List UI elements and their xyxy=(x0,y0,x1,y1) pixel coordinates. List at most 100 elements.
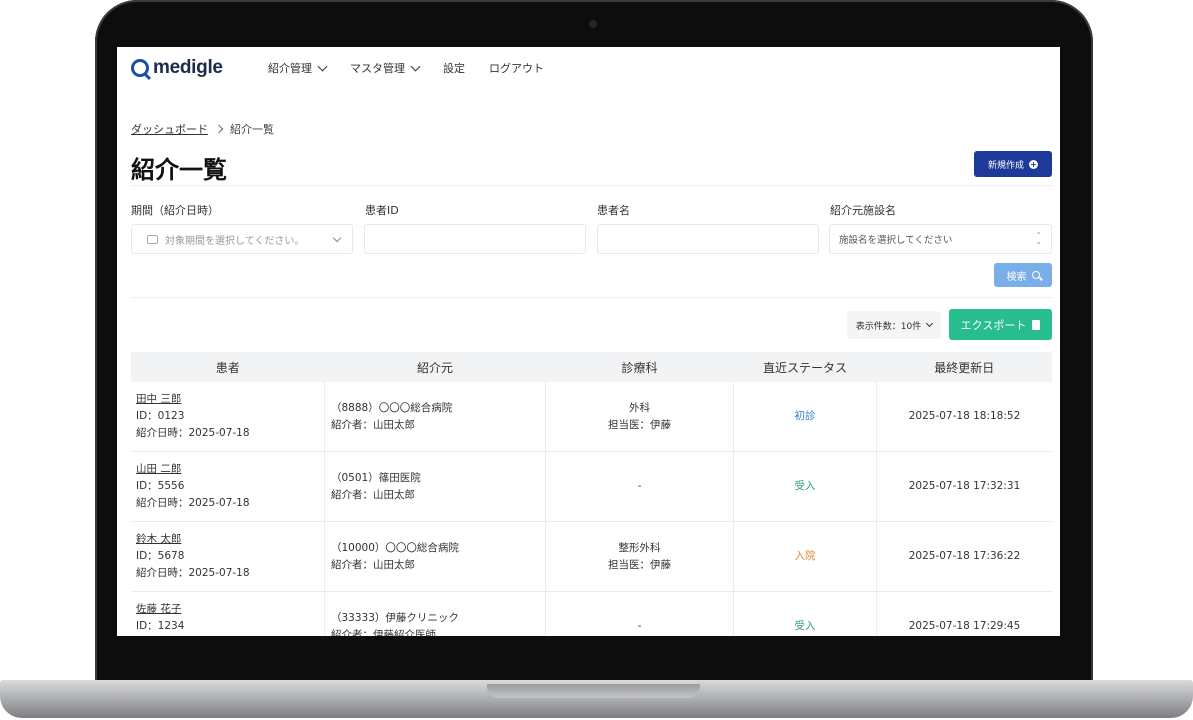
cell-source: （8888）〇〇〇総合病院 紹介者：山田太郎 xyxy=(324,382,546,452)
cell-patient: 佐藤 花子ID：1234紹介日時：2025-07-18 xyxy=(131,591,325,636)
source-referrer: 紹介者：山田太郎 xyxy=(331,418,415,431)
nav-settings[interactable]: 設定 xyxy=(443,60,465,76)
sort-updown-icon: ⌃ ⌄ xyxy=(1035,231,1042,246)
logo[interactable]: medigle xyxy=(131,57,223,79)
nav-logout[interactable]: ログアウト xyxy=(489,60,544,76)
referral-table: 患者 紹介元 診療科 直近ステータス 最終更新日 田中 三郎 ID：0123 紹介日… xyxy=(131,352,1052,636)
divider xyxy=(131,297,1052,298)
search-button-label: 検索 xyxy=(1006,271,1027,283)
breadcrumb-dashboard[interactable]: ダッシュボード xyxy=(131,121,208,137)
patient-id: ID：5678 xyxy=(136,550,185,562)
referral-date: 紹介日時：2025-07-18 xyxy=(136,497,250,509)
export-button[interactable]: エクスポート xyxy=(949,309,1052,340)
source-referrer: 紹介者：山田太郎 xyxy=(331,558,415,571)
top-header: medigle 紹介管理 マスタ管理 設定 ログアウト xyxy=(117,47,1060,89)
cell-status: 入院 xyxy=(733,521,877,592)
cell-updated: 2025-07-18 17:29:45 xyxy=(876,591,1052,636)
source-facility: （10000）〇〇〇総合病院 xyxy=(331,541,459,554)
period-picker[interactable]: 対象期間を選択してください。 xyxy=(131,224,353,254)
doctor: 担当医：伊藤 xyxy=(608,418,671,431)
logo-icon xyxy=(131,59,149,77)
table-row[interactable]: 田中 三郎 ID：0123 紹介日時：2025-07-18 （8888）〇〇〇総合病院… xyxy=(131,382,1052,452)
search-icon xyxy=(1031,271,1040,279)
department: - xyxy=(637,480,642,492)
patient-name-link[interactable]: 佐藤 花子 xyxy=(136,603,181,615)
main-nav: 紹介管理 マスタ管理 設定 ログアウト xyxy=(268,60,544,76)
search-button[interactable]: 検索 xyxy=(994,263,1052,287)
table-row[interactable]: 佐藤 花子ID：1234紹介日時：2025-07-18（33333）伊藤クリニッ… xyxy=(131,591,1052,636)
cell-status: 受入 xyxy=(733,591,877,636)
column-header[interactable]: 直近ステータス xyxy=(733,352,877,382)
referral-date: 紹介日時：2025-07-18 xyxy=(136,427,250,439)
cell-source: （10000）〇〇〇総合病院 紹介者：山田太郎 xyxy=(324,521,546,592)
chevron-down-icon xyxy=(332,233,342,243)
table-row[interactable]: 鈴木 太郎 ID：5678 紹介日時：2025-07-18 （10000）〇〇〇総合病… xyxy=(131,521,1052,592)
source-facility: （8888）〇〇〇総合病院 xyxy=(331,401,453,414)
updated-datetime: 2025-07-18 18:18:52 xyxy=(908,410,1021,422)
status-badge: 受入 xyxy=(794,620,816,632)
patient-name-input[interactable] xyxy=(597,224,819,254)
new-button-label: 新規作成 xyxy=(987,160,1024,171)
patient-name-label: 患者名 xyxy=(597,204,630,217)
facility-select[interactable]: 施設名を選択してください ⌃ ⌄ xyxy=(829,224,1052,254)
source-referrer: 紹介者：山田太郎 xyxy=(331,488,415,501)
chevron-down-icon xyxy=(317,61,328,71)
patient-name-link[interactable]: 山田 二郎 xyxy=(136,463,181,475)
facility-placeholder: 施設名を選択してください xyxy=(839,235,953,246)
breadcrumb: ダッシュボード 紹介一覧 xyxy=(131,121,274,137)
calendar-icon xyxy=(147,234,158,244)
status-badge: 受入 xyxy=(794,480,816,492)
table-row[interactable]: 山田 二郎 ID：5556 紹介日時：2025-07-18 （0501）篠田医院 紹介者… xyxy=(131,451,1052,522)
app-screen: medigle 紹介管理 マスタ管理 設定 ログアウト ダッシュボード 紹介一覧… xyxy=(117,47,1060,636)
nav-label: ログアウト xyxy=(489,62,544,75)
cell-updated: 2025-07-18 17:36:22 xyxy=(876,521,1052,592)
period-label: 期間（紹介日時） xyxy=(131,204,219,217)
cell-updated: 2025-07-18 18:18:52 xyxy=(876,382,1052,452)
cell-updated: 2025-07-18 17:32:31 xyxy=(876,451,1052,522)
file-icon xyxy=(1032,319,1041,330)
page-title: 紹介一覧 xyxy=(131,156,227,184)
per-page-select[interactable]: 表示件数：10件 xyxy=(847,311,941,339)
cell-status: 初診 xyxy=(733,382,877,452)
patient-name-link[interactable]: 鈴木 太郎 xyxy=(136,533,181,545)
laptop-frame: medigle 紹介管理 マスタ管理 設定 ログアウト ダッシュボード 紹介一覧… xyxy=(0,0,1193,720)
nav-master-management[interactable]: マスタ管理 xyxy=(350,60,421,76)
updated-datetime: 2025-07-18 17:32:31 xyxy=(908,480,1021,492)
cell-department: - xyxy=(545,591,734,636)
column-header[interactable]: 診療科 xyxy=(545,352,734,382)
source-facility: （33333）伊藤クリニック xyxy=(331,611,459,624)
department: 外科 xyxy=(629,401,650,414)
plus-circle-icon: + xyxy=(1029,159,1038,169)
cell-patient: 田中 三郎 ID：0123 紹介日時：2025-07-18 xyxy=(131,382,325,452)
chevron-right-icon xyxy=(214,124,224,134)
department: - xyxy=(637,620,642,632)
facility-label: 紹介元施設名 xyxy=(830,204,896,217)
patient-id: ID：0123 xyxy=(136,410,185,422)
nav-label: 設定 xyxy=(443,62,465,75)
department: 整形外科 xyxy=(618,541,661,554)
cell-status: 受入 xyxy=(733,451,877,522)
camera-icon xyxy=(589,20,597,28)
cell-source: （33333）伊藤クリニック 紹介者：伊藤紹介医師 xyxy=(324,591,546,636)
source-facility: （0501）篠田医院 xyxy=(331,471,421,484)
patient-name-link[interactable]: 田中 三郎 xyxy=(136,393,181,405)
status-badge: 入院 xyxy=(794,550,816,562)
new-referral-button[interactable]: 新規作成 + xyxy=(974,151,1052,177)
column-header[interactable]: 患者 xyxy=(131,352,325,382)
nav-label: 紹介管理 xyxy=(268,62,312,75)
cell-source: （0501）篠田医院 紹介者：山田太郎 xyxy=(324,451,546,522)
doctor: 担当医：伊藤 xyxy=(608,558,671,571)
referral-date: 紹介日時：2025-07-18 xyxy=(136,567,250,579)
cell-department: 外科担当医：伊藤 xyxy=(545,382,734,452)
patient-id: ID：1234 xyxy=(136,620,185,632)
table-header-row: 患者 紹介元 診療科 直近ステータス 最終更新日 xyxy=(131,352,1052,382)
nav-label: マスタ管理 xyxy=(350,62,405,75)
column-header[interactable]: 最終更新日 xyxy=(876,352,1052,382)
chevron-down-icon xyxy=(410,61,421,71)
patient-id-input[interactable] xyxy=(364,224,586,254)
nav-referral-management[interactable]: 紹介管理 xyxy=(268,60,328,76)
cell-department: 整形外科担当医：伊藤 xyxy=(545,521,734,592)
breadcrumb-current: 紹介一覧 xyxy=(230,123,274,136)
column-header[interactable]: 紹介元 xyxy=(324,352,546,382)
status-badge: 初診 xyxy=(794,410,816,422)
